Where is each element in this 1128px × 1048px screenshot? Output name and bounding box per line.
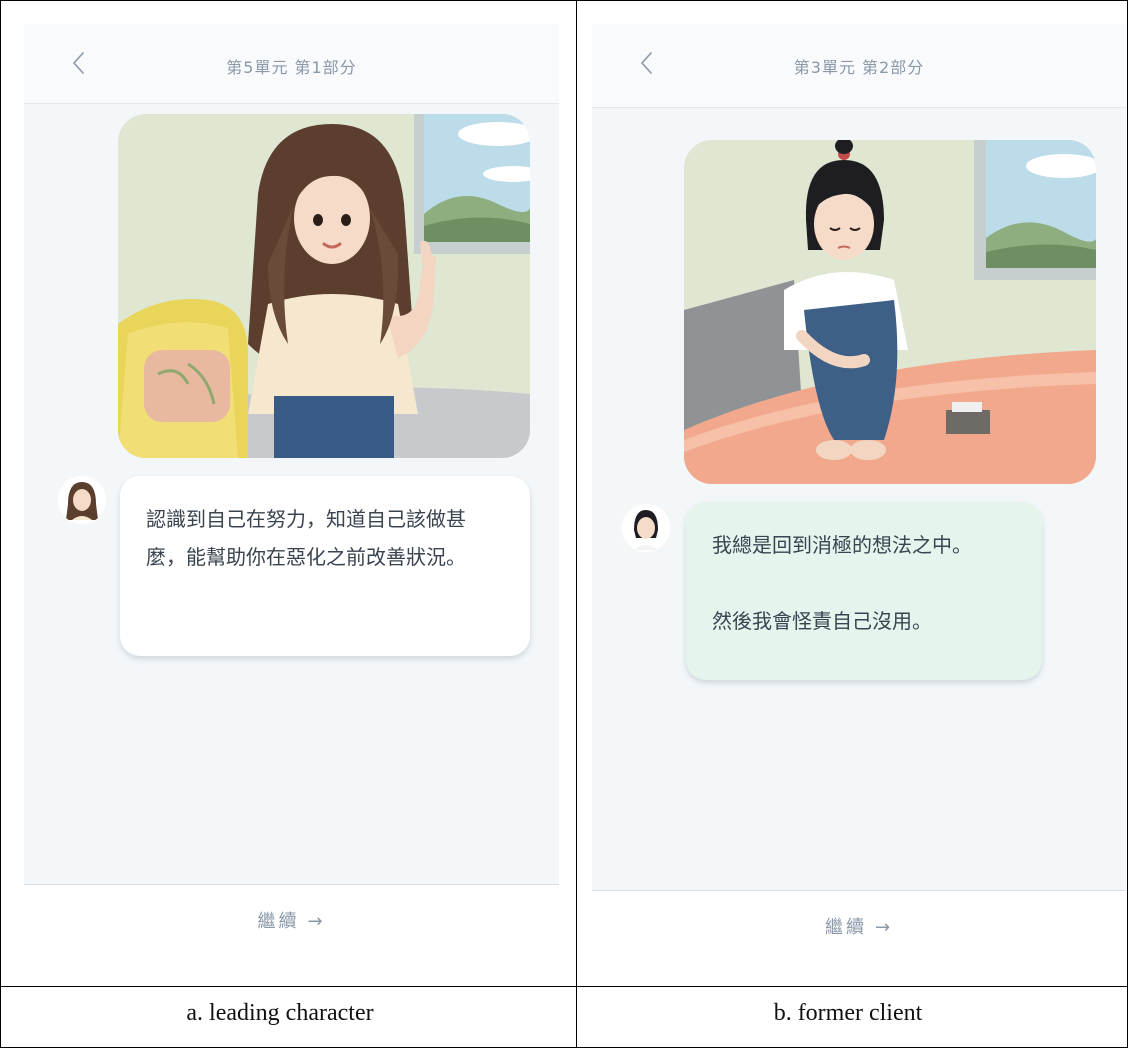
frame-middle-border: [576, 0, 577, 1048]
continue-bar: 繼續 →: [592, 890, 1126, 962]
arrow-right-icon: →: [307, 911, 326, 932]
screen-former-client: 第3單元 第2部分 我總是回到消極的想法之中。 然後我會怪責自己沒用。 繼續 →: [592, 24, 1126, 962]
continue-label: 繼續: [824, 917, 867, 938]
lesson-title: 第3單元 第2部分: [793, 58, 925, 77]
app-header: 第5單元 第1部分: [24, 24, 559, 104]
caption-leading-character: a. leading character: [186, 1000, 374, 1026]
character-avatar: [58, 476, 106, 524]
message-text: 認識到自己在努力，知道自己該做甚麼，能幫助你在惡化之前改善狀況。: [146, 507, 466, 569]
continue-label: 繼續: [257, 911, 300, 932]
avatar-image: [622, 504, 670, 552]
caption-former-client: b. former client: [773, 1000, 923, 1026]
continue-button[interactable]: 繼續 →: [24, 907, 559, 933]
lesson-title: 第5單元 第1部分: [226, 58, 357, 77]
continue-button[interactable]: 繼續 →: [592, 913, 1126, 939]
avatar-image: [58, 476, 106, 524]
app-header: 第3單元 第2部分: [592, 24, 1126, 108]
message-line-1: 我總是回到消極的想法之中。: [712, 533, 972, 557]
former-client-illustration: [684, 140, 1096, 484]
message-bubble: 認識到自己在努力，知道自己該做甚麼，能幫助你在惡化之前改善狀況。: [120, 476, 530, 656]
frame-left-border: [0, 0, 1, 1048]
caption-divider: [0, 986, 1128, 987]
continue-bar: 繼續 →: [24, 884, 559, 962]
arrow-right-icon: →: [874, 917, 894, 938]
message-line-2: 然後我會怪責自己沒用。: [712, 609, 932, 633]
character-avatar: [622, 504, 670, 552]
message-bubble: 我總是回到消極的想法之中。 然後我會怪責自己沒用。: [686, 502, 1042, 680]
screen-leading-character: 第5單元 第1部分 認識到自己在努力，知道自己該做甚麼，能幫助你在惡化之前改善狀…: [24, 24, 559, 962]
leading-character-illustration: [118, 114, 530, 458]
frame-top-border: [0, 0, 1128, 1]
